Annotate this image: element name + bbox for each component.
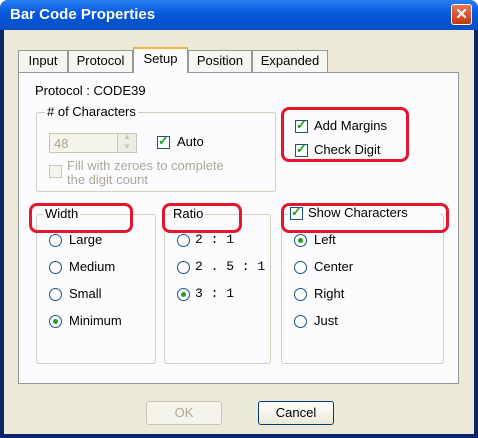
width-minimum-radio[interactable] [49,315,62,328]
title-bar[interactable]: Bar Code Properties ✕ [0,0,478,30]
dialog-client: Input Protocol Setup Position Expanded P… [4,30,474,434]
width-small-label: Small [69,286,102,301]
setup-panel: Protocol : CODE39 # of Characters 48 ▲ ▼… [18,72,459,384]
tab-input[interactable]: Input [18,50,68,72]
ratio-2-1-label: 2 : 1 [195,232,235,247]
highlight-box-width [29,203,133,233]
show-just-radio[interactable] [294,315,307,328]
characters-group-label: # of Characters [45,104,138,119]
cancel-button[interactable]: Cancel [258,401,334,425]
fill-zeroes-label-line1: Fill with zeroes to complete [67,158,224,173]
window-title: Bar Code Properties [10,6,156,23]
width-small-radio[interactable] [49,288,62,301]
width-large-label: Large [69,232,103,247]
character-count-value: 48 [54,136,69,151]
characters-group: # of Characters 48 ▲ ▼ Auto Fill with ze… [36,104,276,192]
ratio-2-5-1-label: 2 . 5 : 1 [195,259,266,274]
width-medium-label: Medium [69,259,116,274]
ratio-group: Ratio 2 : 1 2 . 5 : 1 3 : 1 [164,206,271,364]
tab-label: Input [28,53,58,68]
tab-label: Protocol [76,53,125,68]
spin-buttons[interactable]: ▲ ▼ [117,132,136,152]
width-group: Width Large Medium Small Minimum [36,206,156,364]
dialog-window: Bar Code Properties ✕ Input Protocol Set… [0,0,478,438]
auto-label: Auto [177,134,204,149]
ratio-2-5-1-radio[interactable] [177,261,190,274]
spin-up-icon[interactable]: ▲ [123,132,131,141]
highlight-box-ratio [162,203,242,233]
tab-setup[interactable]: Setup [133,47,188,73]
ratio-3-1-label: 3 : 1 [195,286,235,301]
show-characters-group: Show Characters Left Center Right Just [281,204,444,364]
width-large-radio[interactable] [49,234,62,247]
width-medium-radio[interactable] [49,261,62,274]
ratio-2-1-radio[interactable] [177,234,190,247]
highlight-box-options [281,107,409,162]
show-center-radio[interactable] [294,261,307,274]
fill-zeroes-checkbox[interactable] [49,165,62,178]
width-minimum-label: Minimum [69,313,122,328]
auto-checkbox[interactable] [157,133,170,149]
show-center-label: Center [314,259,354,274]
close-icon: ✕ [455,6,468,23]
protocol-label: Protocol : CODE39 [35,83,146,98]
character-count-stepper[interactable]: 48 ▲ ▼ [49,132,137,153]
show-right-label: Right [314,286,345,301]
tab-label: Expanded [260,53,320,68]
tab-position[interactable]: Position [188,50,252,72]
show-left-label: Left [314,232,336,247]
highlight-box-show-characters [281,203,449,233]
fill-zeroes-label: Fill with zeroes to complete the digit c… [67,159,224,187]
tab-label: Position [196,53,244,68]
ok-button[interactable]: OK [146,401,222,425]
tab-expanded[interactable]: Expanded [252,50,328,72]
tab-protocol[interactable]: Protocol [68,50,133,72]
show-left-radio[interactable] [294,234,307,247]
spin-down-icon[interactable]: ▼ [123,142,131,151]
tab-label: Setup [143,51,178,66]
fill-zeroes-label-line2: the digit count [67,172,148,187]
show-right-radio[interactable] [294,288,307,301]
show-just-label: Just [314,313,338,328]
ratio-3-1-radio[interactable] [177,288,190,301]
close-button[interactable]: ✕ [451,4,472,25]
